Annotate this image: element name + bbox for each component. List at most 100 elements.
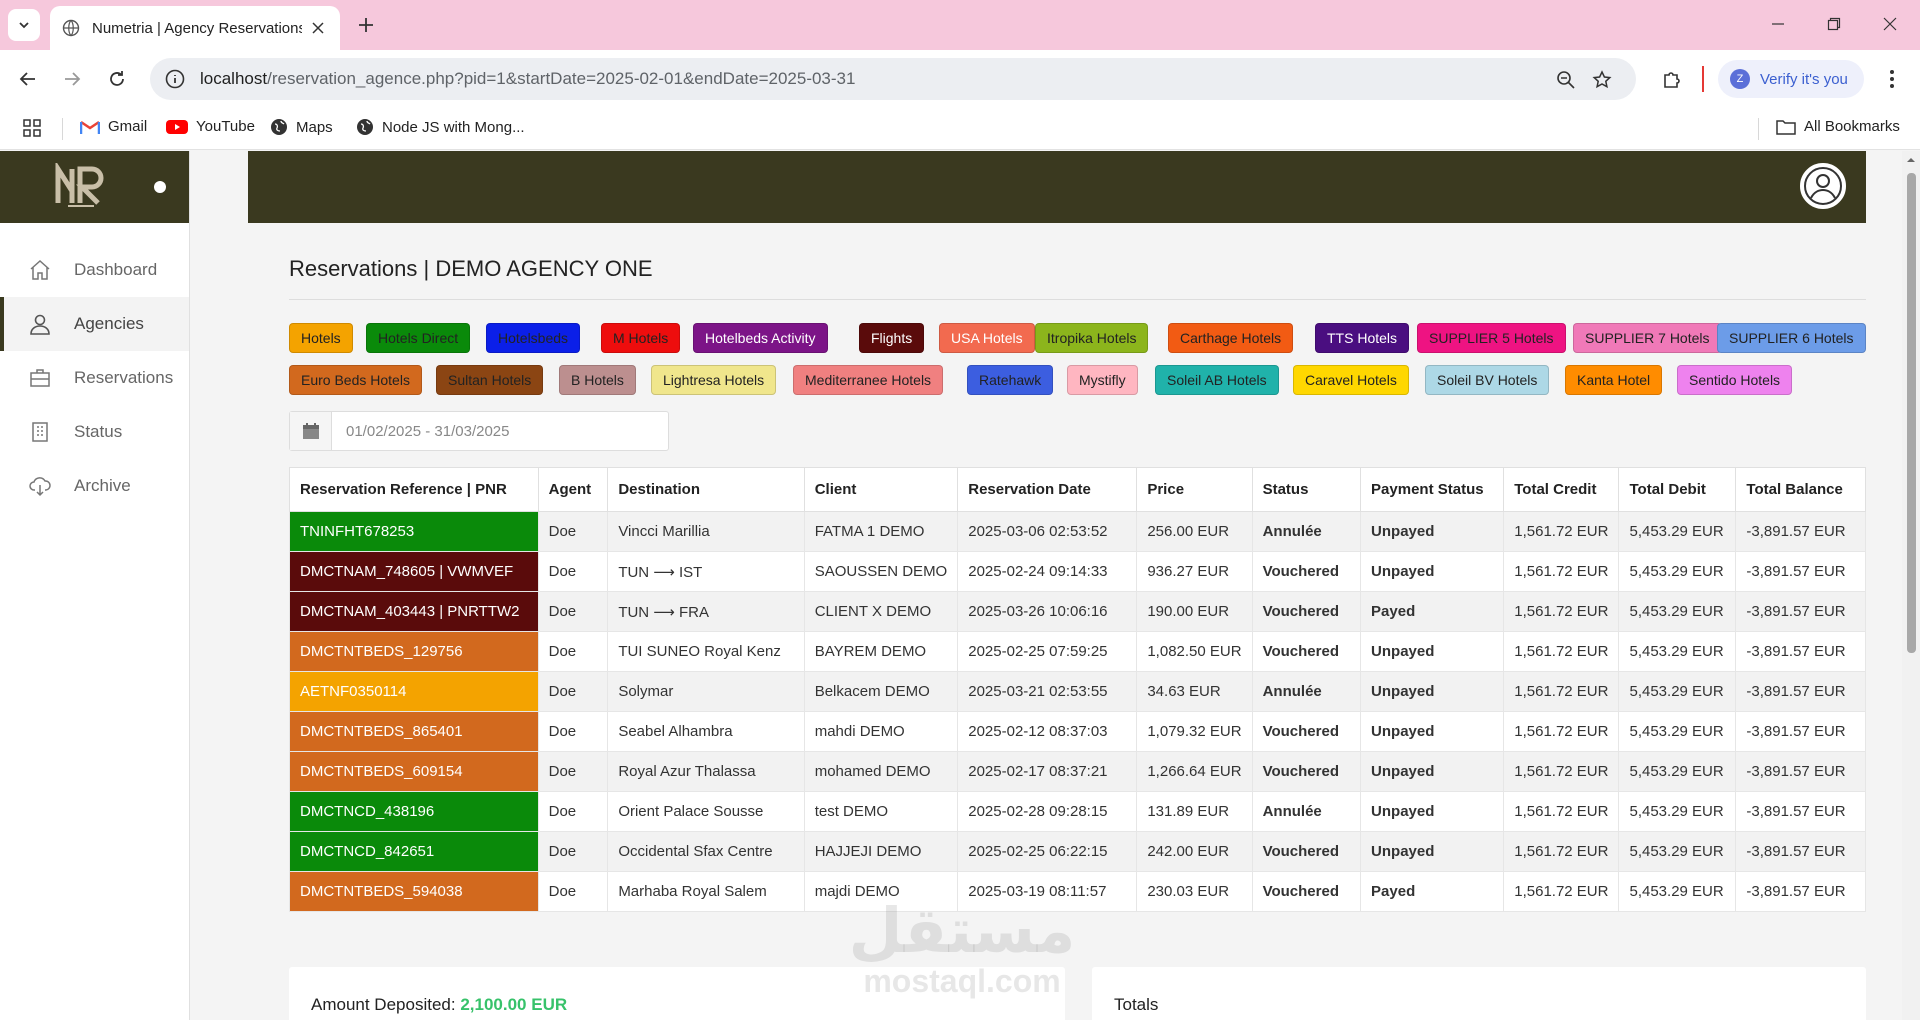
cell-destination: Marhaba Royal Salem	[607, 871, 805, 912]
column-header[interactable]: Total Credit	[1503, 467, 1620, 512]
supplier-button[interactable]: Mediterranee Hotels	[793, 365, 944, 395]
table-row[interactable]: AETNF0350114 Doe Solymar Belkacem DEMO 2025-…	[289, 671, 1866, 712]
date-range-picker[interactable]: 01/02/2025 - 31/03/2025	[289, 411, 669, 451]
supplier-button[interactable]: Flights	[859, 323, 925, 353]
cell-ref[interactable]: DMCTNCD_438196	[289, 791, 539, 832]
table-row[interactable]: TNINFHT678253 Doe Vincci Marillia FATMA 1 D…	[289, 511, 1866, 552]
site-info-icon[interactable]	[164, 68, 186, 90]
supplier-button[interactable]: TTS Hotels	[1315, 323, 1410, 353]
supplier-button[interactable]: SUPPLIER 5 Hotels	[1417, 323, 1566, 353]
column-header[interactable]: Total Balance	[1735, 467, 1866, 512]
column-header[interactable]: Reservation Date	[957, 467, 1138, 512]
table-row[interactable]: DMCTNCD_438196 Doe Orient Palace Sousse tes…	[289, 791, 1866, 832]
sidebar-item-reservations[interactable]: Reservations	[0, 351, 189, 405]
supplier-button[interactable]: Caravel Hotels	[1293, 365, 1409, 395]
cell-status: Vouchered	[1251, 631, 1362, 672]
supplier-button[interactable]: Euro Beds Hotels	[289, 365, 422, 395]
cell-ref[interactable]: DMCTNTBEDS_129756	[289, 631, 539, 672]
tab-search-button[interactable]	[8, 9, 40, 41]
close-tab-icon[interactable]	[308, 18, 328, 38]
table-row[interactable]: DMCTNTBEDS_609154 Doe Royal Azur Thalassa m…	[289, 751, 1866, 792]
scrollbar-thumb[interactable]	[1907, 173, 1916, 653]
user-profile-button[interactable]	[1800, 163, 1846, 209]
table-row[interactable]: DMCTNTBEDS_129756 Doe TUI SUNEO Royal Kenz…	[289, 631, 1866, 672]
supplier-button[interactable]: Soleil AB Hotels	[1155, 365, 1279, 395]
cell-status: Annulée	[1251, 791, 1362, 832]
sidebar-item-dashboard[interactable]: Dashboard	[0, 243, 189, 297]
cell-ref[interactable]: DMCTNCD_842651	[289, 831, 539, 872]
back-arrow-icon[interactable]	[12, 63, 44, 95]
browser-tab[interactable]: Numetria | Agency Reservations	[50, 6, 340, 50]
column-header[interactable]: Payment Status	[1360, 467, 1505, 512]
supplier-button[interactable]: Lightresa Hotels	[651, 365, 777, 395]
forward-arrow-icon[interactable]	[56, 63, 88, 95]
supplier-button[interactable]: Hotelsbeds	[486, 323, 581, 353]
kebab-menu-icon[interactable]	[1876, 63, 1908, 95]
apps-grid-icon[interactable]	[22, 118, 50, 138]
cell-ref[interactable]: DMCTNAM_403443 | PNRTTW2	[289, 591, 539, 632]
restore-window-icon[interactable]	[1812, 8, 1856, 40]
sidebar-item-archive[interactable]: Archive	[0, 459, 189, 513]
supplier-button[interactable]: Itropika Hotels	[1035, 323, 1149, 353]
table-row[interactable]: DMCTNAM_403443 | PNRTTW2 Doe TUN ⟶ FRA CLIE…	[289, 591, 1866, 632]
bookmark-node-js[interactable]: Node JS with Mong...	[356, 118, 525, 136]
bookmark-gmail[interactable]: Gmail	[80, 118, 147, 135]
supplier-button[interactable]: Hotelbeds Activity	[693, 323, 828, 353]
table-row[interactable]: DMCTNCD_842651 Doe Occidental Sfax Centre H…	[289, 831, 1866, 872]
column-header[interactable]: Reservation Reference | PNR	[289, 467, 539, 512]
cell-date: 2025-02-17 08:37:21	[957, 751, 1138, 792]
minimize-window-icon[interactable]	[1756, 8, 1800, 40]
scroll-up-arrow-icon[interactable]	[1906, 155, 1916, 165]
sidebar-item-agencies[interactable]: Agencies	[0, 297, 189, 351]
column-header[interactable]: Total Debit	[1618, 467, 1737, 512]
supplier-button[interactable]: Sentido Hotels	[1677, 365, 1793, 395]
reload-icon[interactable]	[101, 63, 133, 95]
extensions-puzzle-icon[interactable]	[1656, 63, 1688, 95]
zoom-icon[interactable]	[1554, 68, 1578, 92]
all-bookmarks[interactable]: All Bookmarks	[1776, 118, 1900, 135]
cell-ref[interactable]: TNINFHT678253	[289, 511, 539, 552]
cell-debit: 5,453.29 EUR	[1618, 831, 1737, 872]
supplier-button[interactable]: USA Hotels	[939, 323, 1035, 353]
supplier-button[interactable]: Ratehawk	[967, 365, 1054, 395]
supplier-button[interactable]: B Hotels	[559, 365, 636, 395]
url-text: localhost/reservation_agence.php?pid=1&s…	[200, 69, 856, 88]
page-scrollbar[interactable]	[1902, 151, 1920, 1020]
calendar-icon[interactable]	[290, 412, 332, 450]
table-row[interactable]: DMCTNAM_748605 | VWMVEF Doe TUN ⟶ IST SAOUS…	[289, 551, 1866, 592]
supplier-button[interactable]: M Hotels	[601, 323, 681, 353]
address-bar[interactable]: localhost/reservation_agence.php?pid=1&s…	[150, 58, 1636, 100]
cell-client: mahdi DEMO	[803, 711, 959, 752]
supplier-button[interactable]: Sultan Hotels	[436, 365, 544, 395]
column-header[interactable]: Agent	[537, 467, 609, 512]
close-window-icon[interactable]	[1868, 8, 1912, 40]
table-row[interactable]: DMCTNTBEDS_865401 Doe Seabel Alhambra mahdi…	[289, 711, 1866, 752]
sidebar-toggle-dot[interactable]	[154, 181, 166, 193]
supplier-button[interactable]: SUPPLIER 6 Hotels	[1717, 323, 1866, 353]
supplier-button[interactable]: SUPPLIER 7 Hotels	[1573, 323, 1722, 353]
new-tab-icon[interactable]	[352, 11, 380, 39]
column-header[interactable]: Destination	[607, 467, 805, 512]
cell-ref[interactable]: DMCTNTBEDS_594038	[289, 871, 539, 912]
cell-ref[interactable]: DMCTNTBEDS_609154	[289, 751, 539, 792]
column-header[interactable]: Client	[803, 467, 959, 512]
sidebar-item-status[interactable]: Status	[0, 405, 189, 459]
bookmark-star-icon[interactable]	[1590, 68, 1614, 92]
supplier-button[interactable]: Hotels Direct	[366, 323, 471, 353]
supplier-button[interactable]: Soleil BV Hotels	[1425, 365, 1550, 395]
supplier-button[interactable]: Carthage Hotels	[1168, 323, 1294, 353]
cell-ref[interactable]: DMCTNAM_748605 | VWMVEF	[289, 551, 539, 592]
logo-icon[interactable]	[54, 163, 108, 209]
bookmark-youtube[interactable]: YouTube	[166, 118, 255, 135]
supplier-button[interactable]: Hotels	[289, 323, 353, 353]
verify-profile-button[interactable]: Z Verify it's you	[1718, 60, 1864, 98]
cell-agent: Doe	[537, 591, 609, 632]
cell-ref[interactable]: AETNF0350114	[289, 671, 539, 712]
bookmark-maps[interactable]: Maps	[270, 118, 333, 136]
column-header[interactable]: Price	[1136, 467, 1253, 512]
cell-ref[interactable]: DMCTNTBEDS_865401	[289, 711, 539, 752]
cell-debit: 5,453.29 EUR	[1618, 791, 1737, 832]
column-header[interactable]: Status	[1251, 467, 1362, 512]
supplier-button[interactable]: Kanta Hotel	[1565, 365, 1663, 395]
supplier-button[interactable]: Mystifly	[1067, 365, 1138, 395]
